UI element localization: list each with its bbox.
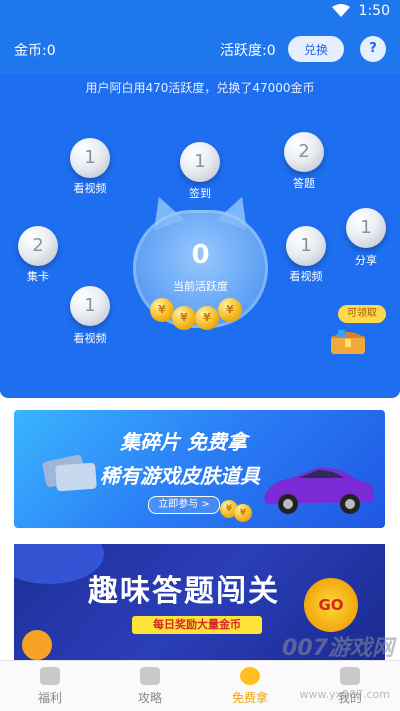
- tab-mine[interactable]: 我的: [300, 661, 400, 711]
- coins-balance: 金币:0: [14, 43, 56, 59]
- watermark-url: www.yx007.com: [299, 688, 390, 701]
- task-ball[interactable]: 1: [346, 208, 386, 248]
- task-ball-label: 集卡: [27, 270, 49, 283]
- task-ball-label: 分享: [355, 254, 377, 267]
- coin-icon: ¥: [218, 298, 242, 322]
- exchange-ticker: 用户阿白用470活跃度，兑换了47000金币: [85, 81, 315, 95]
- current-activity-label: 当前活跃度: [173, 280, 228, 293]
- tab-free[interactable]: 免费拿: [200, 661, 300, 711]
- tab-label: 免费拿: [231, 691, 268, 705]
- task-ball[interactable]: 1: [70, 286, 110, 326]
- banner2-title: 趣味答题闯关: [88, 574, 280, 609]
- status-bar: 1:50: [0, 0, 400, 24]
- tab-guide[interactable]: 攻略: [100, 661, 200, 711]
- task-ball[interactable]: 2: [284, 132, 324, 172]
- top-header: 金币:0 活跃度:0 兑换 ?: [0, 24, 400, 74]
- task-ball-label: 看视频: [73, 182, 107, 195]
- free-icon: [240, 667, 260, 685]
- user-icon: [340, 667, 360, 685]
- coin-icon: ¥: [150, 298, 174, 322]
- banner1-subtitle: 稀有游戏皮肤道具: [100, 464, 260, 488]
- coin-icon: ¥: [234, 504, 252, 522]
- activity-balance: 活跃度:0: [220, 43, 276, 59]
- watermark-logo: 007游戏网: [282, 636, 394, 661]
- task-ball[interactable]: 1: [70, 138, 110, 178]
- tab-label: 福利: [37, 691, 62, 705]
- task-ball-label: 看视频: [289, 270, 323, 283]
- task-ball[interactable]: 1: [286, 226, 326, 266]
- gift-icon: [40, 667, 60, 685]
- task-ball-label: 答题: [293, 177, 315, 190]
- claim-badge[interactable]: 可领取: [338, 305, 386, 323]
- tab-label: 攻略: [137, 691, 162, 705]
- task-ball[interactable]: 2: [18, 226, 58, 266]
- coin-icon: ¥: [172, 306, 196, 330]
- coin-icon: ¥: [195, 306, 219, 330]
- exchange-button[interactable]: 兑换: [288, 36, 344, 62]
- treasure-chest-icon[interactable]: [328, 326, 368, 356]
- sports-car-icon: [264, 467, 374, 514]
- decor-coin: [22, 630, 52, 660]
- join-now-button[interactable]: 立即参与 >: [148, 496, 220, 514]
- collect-fragments-banner[interactable]: 集碎片 免费拿 稀有游戏皮肤道具 立即参与 > ¥ ¥: [14, 410, 385, 528]
- banner2-subtitle: 每日奖励大量金币: [132, 616, 262, 634]
- task-ball-label: 看视频: [73, 332, 107, 345]
- banner1-title: 集碎片 免费拿: [120, 430, 247, 454]
- bottom-tab-bar: 福利 攻略 免费拿 我的: [0, 660, 400, 711]
- help-button[interactable]: ?: [360, 36, 386, 62]
- current-activity-value: 0: [191, 240, 210, 270]
- tab-welfare[interactable]: 福利: [0, 661, 100, 711]
- bag-icon: [140, 667, 160, 685]
- status-time: 1:50: [358, 3, 390, 19]
- task-ball[interactable]: 1: [180, 142, 220, 182]
- cards-icon: [42, 454, 97, 492]
- wifi-icon: [332, 4, 350, 17]
- go-icon: GO: [304, 578, 358, 632]
